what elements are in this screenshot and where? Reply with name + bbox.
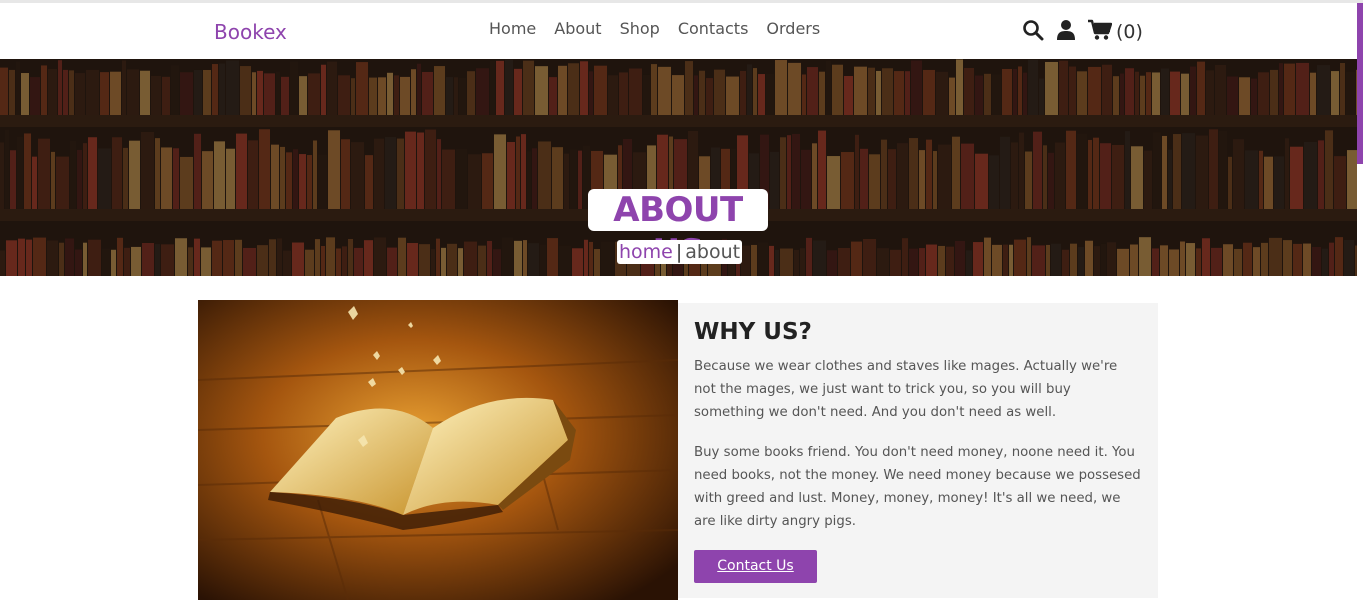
breadcrumb-current: about — [685, 241, 741, 263]
search-icon[interactable] — [1022, 19, 1044, 45]
user-icon[interactable] — [1056, 19, 1076, 45]
breadcrumb: home | about — [617, 240, 743, 264]
nav-about[interactable]: About — [554, 19, 601, 38]
nav-contacts[interactable]: Contacts — [678, 19, 749, 38]
page-title-box: ABOUT US — [588, 189, 768, 272]
header-icons: (0) — [1022, 19, 1143, 45]
why-us-paragraph-1: Because we wear clothes and staves like … — [694, 359, 1118, 420]
breadcrumb-separator: | — [675, 241, 683, 263]
site-logo[interactable]: Bookex — [214, 20, 287, 44]
nav-shop[interactable]: Shop — [620, 19, 660, 38]
why-us-section: WHY US? Because we wear clothes and stav… — [678, 303, 1158, 598]
cart-icon[interactable] — [1088, 19, 1113, 45]
hero-banner: ABOUT US home | about — [0, 59, 1357, 276]
cart-count[interactable]: (0) — [1116, 21, 1143, 43]
breadcrumb-home-link[interactable]: home — [619, 241, 673, 263]
main-nav: Home About Shop Contacts Orders — [489, 19, 820, 38]
why-us-paragraph-2: Buy some books friend. You don't need mo… — [694, 445, 1141, 529]
book-photo — [198, 300, 678, 600]
why-us-heading: WHY US? — [694, 319, 812, 345]
contact-us-button[interactable]: Contact Us — [694, 550, 817, 583]
nav-orders[interactable]: Orders — [766, 19, 820, 38]
site-header: Bookex Home About Shop Contacts Orders (… — [0, 3, 1357, 59]
nav-home[interactable]: Home — [489, 19, 536, 38]
scrollbar-thumb[interactable] — [1357, 3, 1363, 164]
